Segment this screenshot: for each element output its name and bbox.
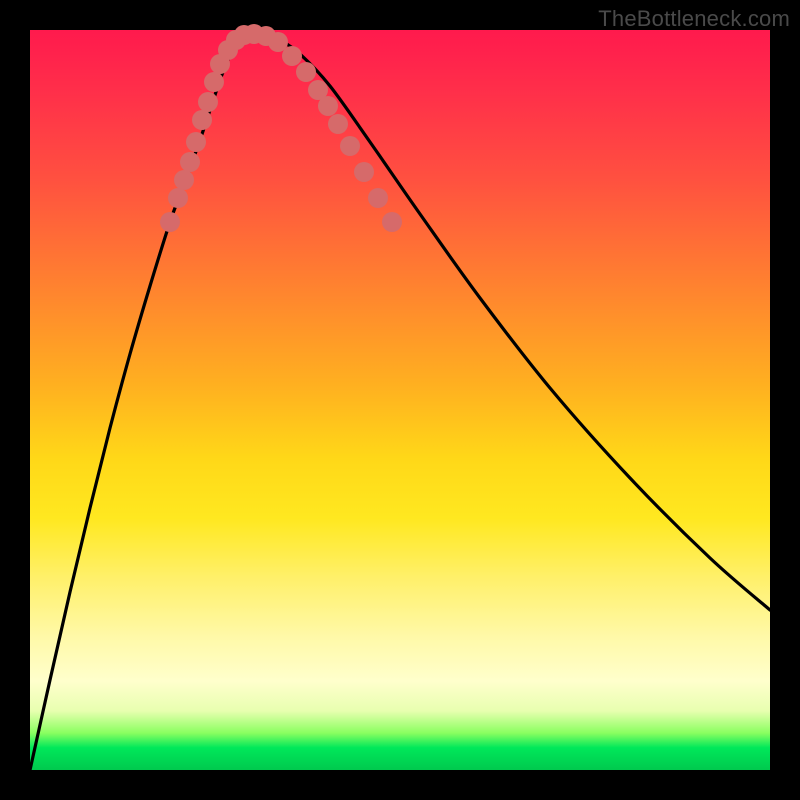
data-point [160,212,180,232]
marker-group [160,24,402,232]
data-point [204,72,224,92]
data-point [198,92,218,112]
bottleneck-curve [30,33,770,770]
plot-area [30,30,770,770]
chart-svg [30,30,770,770]
data-point [186,132,206,152]
data-point [340,136,360,156]
watermark-text: TheBottleneck.com [598,6,790,32]
chart-frame: TheBottleneck.com [0,0,800,800]
data-point [168,188,188,208]
data-point [382,212,402,232]
data-point [174,170,194,190]
data-point [354,162,374,182]
data-point [318,96,338,116]
data-point [296,62,316,82]
data-point [282,46,302,66]
data-point [368,188,388,208]
data-point [328,114,348,134]
data-point [192,110,212,130]
data-point [180,152,200,172]
